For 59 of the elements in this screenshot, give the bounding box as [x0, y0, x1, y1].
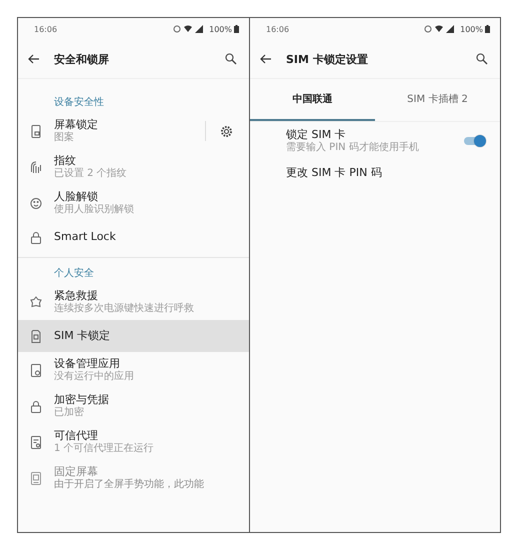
phone-lock-icon: [30, 124, 42, 138]
search-icon[interactable]: [225, 53, 237, 65]
item-subtitle: 由于开启了全屏手势功能，此功能: [54, 479, 205, 491]
settings-item[interactable]: Smart Lock: [18, 221, 249, 253]
item-title: 加密与凭据: [54, 393, 110, 406]
settings-item[interactable]: 人脸解锁 使用人脸识别解锁: [18, 185, 249, 221]
screen-title: 安全和锁屏: [54, 52, 110, 66]
toggle-switch[interactable]: [464, 137, 484, 145]
item-subtitle: 已加密: [54, 407, 85, 419]
item-subtitle: 需要输入 PIN 码才能使用手机: [286, 142, 420, 154]
screen-title: SIM 卡锁定设置: [286, 52, 369, 66]
item-subtitle: 使用人脸识别解锁: [54, 204, 135, 216]
item-title: SIM 卡锁定: [54, 329, 112, 343]
item-subtitle: 1 个可信代理正在运行: [54, 443, 155, 455]
sim-tab[interactable]: SIM 卡插槽 2: [375, 79, 500, 121]
item-subtitle: 没有运行中的应用: [54, 371, 135, 383]
padlock-icon: [30, 400, 42, 412]
sim-tab[interactable]: 中国联通: [250, 79, 375, 121]
item-subtitle: 连续按多次电源键快速进行呼救: [54, 303, 195, 315]
item-title: 人脸解锁: [54, 190, 99, 204]
item-title: 指纹: [54, 154, 77, 168]
item-title: 可信代理: [54, 429, 99, 443]
settings-item[interactable]: 可信代理 1 个可信代理正在运行: [18, 424, 249, 460]
status-time: 16:06: [34, 24, 58, 34]
item-title: 屏幕锁定: [54, 118, 99, 132]
item-title: Smart Lock: [54, 230, 117, 244]
item-title: 固定屏幕: [54, 465, 99, 478]
settings-item[interactable]: SIM 卡锁定: [18, 320, 249, 352]
battery-icon: [485, 25, 490, 33]
back-arrow-icon[interactable]: [260, 54, 272, 64]
face-icon: [30, 196, 42, 210]
settings-item[interactable]: 锁定 SIM 卡 需要输入 PIN 码才能使用手机: [250, 122, 500, 160]
settings-item[interactable]: 加密与凭据 已加密: [18, 388, 249, 424]
device-admin-icon: [30, 364, 42, 376]
sim-card-icon: [30, 330, 42, 342]
battery-icon: [234, 25, 239, 33]
pin-screen-icon: [30, 472, 42, 484]
status-time: 16:06: [266, 24, 290, 34]
settings-item[interactable]: 指纹 已设置 2 个指纹: [18, 149, 249, 185]
battery-level: 100%: [460, 24, 483, 34]
search-icon[interactable]: [476, 53, 488, 65]
settings-item[interactable]: 更改 SIM 卡 PIN 码: [250, 160, 500, 186]
item-subtitle: 图案: [54, 132, 75, 144]
item-title: 锁定 SIM 卡: [286, 128, 347, 142]
fingerprint-icon: [30, 160, 42, 174]
settings-item[interactable]: 设备管理应用 没有运行中的应用: [18, 352, 249, 388]
item-title: 紧急救援: [54, 289, 99, 302]
settings-item[interactable]: 紧急救援 连续按多次电源键快速进行呼救: [18, 284, 249, 320]
section-header: 个人安全: [53, 266, 95, 281]
item-title: 设备管理应用: [54, 357, 121, 370]
item-title: 更改 SIM 卡 PIN 码: [286, 166, 383, 180]
settings-icon[interactable]: [220, 124, 233, 138]
settings-item[interactable]: 屏幕锁定 图案: [18, 113, 249, 149]
battery-level: 100%: [209, 24, 232, 34]
item-subtitle: 已设置 2 个指纹: [54, 168, 128, 180]
back-arrow-icon[interactable]: [28, 54, 40, 64]
trust-agent-icon: [30, 436, 42, 448]
section-header: 设备安全性: [53, 96, 105, 110]
lock-icon: [30, 230, 42, 244]
